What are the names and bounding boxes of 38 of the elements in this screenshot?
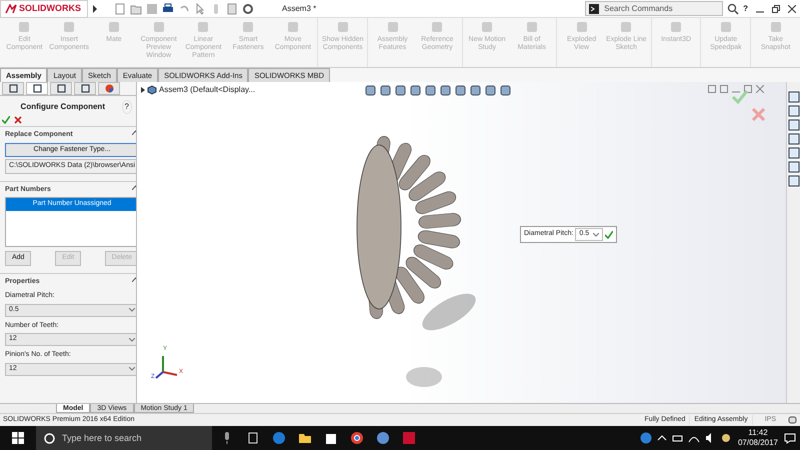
file-explorer-icon[interactable] bbox=[298, 431, 312, 445]
document-title: Assem3 * bbox=[282, 2, 318, 14]
cortana-circle-icon bbox=[44, 433, 55, 444]
search-field[interactable]: Search Commands bbox=[585, 1, 724, 16]
date-text: 07/08/2017 bbox=[738, 438, 778, 448]
taskbar-search-field[interactable]: Type here to search bbox=[36, 426, 212, 450]
windows-start-icon[interactable] bbox=[12, 432, 24, 444]
dropdown-caret-icon bbox=[129, 338, 136, 342]
confirm-check-icon[interactable] bbox=[732, 90, 748, 104]
ok-check-icon[interactable] bbox=[605, 230, 614, 238]
expand-arrow-icon[interactable] bbox=[92, 4, 98, 12]
app-name: SOLIDWORKS bbox=[19, 2, 81, 15]
assembly-icon bbox=[147, 85, 157, 95]
expand-arrow-icon[interactable] bbox=[141, 87, 145, 93]
select-pointer-icon[interactable] bbox=[194, 2, 206, 14]
clock[interactable]: 11:42 07/08/2017 bbox=[736, 428, 780, 448]
restore-icon[interactable] bbox=[772, 4, 780, 12]
print-icon[interactable] bbox=[162, 2, 174, 14]
tree-item[interactable]: Assem3 (Default<Display... bbox=[159, 84, 256, 96]
new-document-icon[interactable] bbox=[114, 2, 126, 14]
logo-mark-icon bbox=[5, 4, 17, 14]
close-icon[interactable] bbox=[788, 4, 796, 12]
dropdown-caret-icon bbox=[129, 308, 136, 312]
dropdown-caret-icon bbox=[129, 367, 136, 371]
ok-check-icon[interactable] bbox=[2, 116, 10, 124]
cancel-x-icon[interactable] bbox=[14, 116, 22, 124]
help-button[interactable]: ? bbox=[743, 2, 748, 14]
search-icon[interactable] bbox=[727, 2, 740, 14]
task-view-icon[interactable] bbox=[246, 431, 260, 445]
chrome-icon[interactable] bbox=[350, 431, 364, 445]
time-text: 11:42 bbox=[747, 428, 769, 438]
dropdown-caret-icon bbox=[593, 232, 600, 236]
command-prompt-icon bbox=[589, 4, 600, 14]
panel-title: Configure Component bbox=[20, 101, 106, 113]
chat-icon[interactable] bbox=[788, 416, 797, 424]
open-folder-icon[interactable] bbox=[130, 2, 142, 14]
notification-icon[interactable] bbox=[784, 432, 796, 444]
help-button[interactable]: ? bbox=[122, 100, 132, 114]
